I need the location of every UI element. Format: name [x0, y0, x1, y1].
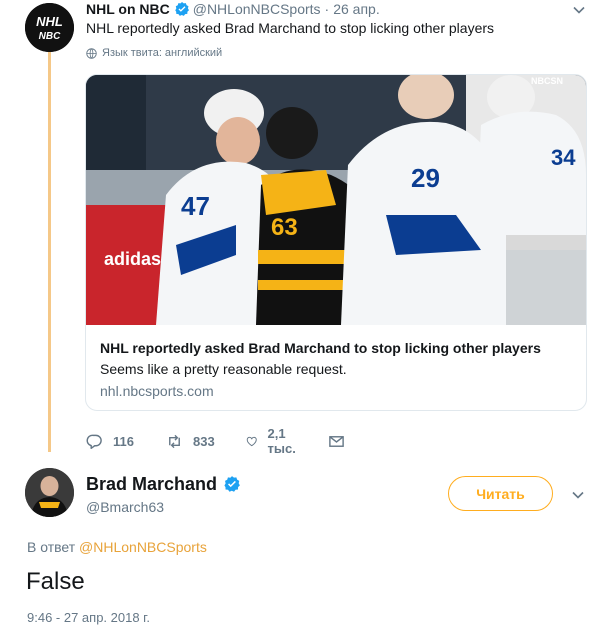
- reply-author: Brad Marchand: [86, 473, 244, 495]
- retweet-count: 833: [193, 433, 215, 449]
- reply-author-handle[interactable]: @Bmarch63: [86, 498, 164, 516]
- card-image[interactable]: adidas 47 63 29 34 NBCSN: [86, 75, 586, 325]
- reply-icon: [86, 434, 102, 449]
- avatar-nhl-on-nbc[interactable]: NHL NBC: [25, 3, 74, 52]
- like-button[interactable]: 2,1 тыс.: [246, 426, 301, 456]
- svg-text:NBC: NBC: [39, 31, 61, 42]
- tweet-date[interactable]: 26 апр.: [333, 0, 380, 18]
- chevron-down-icon[interactable]: [570, 487, 586, 503]
- language-note-text: Язык твита: английский: [102, 47, 223, 59]
- jersey-number-47: 47: [181, 191, 210, 221]
- broadcaster-logo: NBCSN: [531, 76, 563, 86]
- reply-button[interactable]: 116: [86, 431, 134, 451]
- replying-to-mention[interactable]: @NHLonNBCSports: [79, 539, 207, 555]
- reply-timestamp[interactable]: 9:46 - 27 апр. 2018 г.: [27, 610, 150, 626]
- globe-icon: [86, 47, 97, 59]
- replying-to-line: В ответ @NHLonNBCSports: [27, 538, 207, 556]
- meta-separator: ·: [324, 1, 330, 17]
- tweet-author-name[interactable]: NHL on NBC: [86, 0, 170, 18]
- thread-connector-line: [48, 52, 51, 452]
- replying-to-label: В ответ: [27, 539, 76, 555]
- card-title[interactable]: NHL reportedly asked Brad Marchand to st…: [100, 339, 541, 357]
- avatar-brad-marchand[interactable]: [25, 468, 74, 517]
- heart-icon: [246, 436, 257, 446]
- card-description: Seems like a pretty reasonable request.: [100, 361, 347, 377]
- follow-button[interactable]: Читать: [448, 476, 553, 511]
- tweet-author-handle[interactable]: @NHLonNBCSports: [193, 0, 321, 18]
- retweet-button[interactable]: 833: [166, 431, 215, 451]
- tweet-header: NHL on NBC @NHLonNBCSports · 26 апр.: [86, 0, 380, 18]
- jersey-number-34: 34: [551, 145, 576, 170]
- like-count: 2,1 тыс.: [267, 426, 296, 456]
- direct-message-button[interactable]: [328, 431, 355, 451]
- avatar-logo-text: NHL: [36, 14, 63, 29]
- direct-message-icon: [329, 435, 344, 447]
- verified-badge-icon: [175, 2, 189, 16]
- tweet-text: NHL reportedly asked Brad Marchand to st…: [86, 20, 495, 36]
- card-domain: nhl.nbcsports.com: [100, 383, 214, 399]
- retweet-icon: [169, 434, 180, 448]
- chevron-down-icon[interactable]: [571, 2, 587, 18]
- reply-count: 116: [113, 433, 134, 449]
- link-card[interactable]: adidas 47 63 29 34 NBCSN NHL reportedly …: [85, 74, 587, 411]
- verified-badge-icon: [224, 476, 240, 492]
- tweet-language-note: Язык твита: английский: [86, 46, 222, 60]
- reply-author-name[interactable]: Brad Marchand: [86, 473, 217, 495]
- jersey-number-29: 29: [411, 163, 440, 193]
- reply-text: False: [26, 568, 85, 595]
- jersey-number-63: 63: [271, 214, 298, 241]
- board-ad-text: adidas: [104, 249, 161, 269]
